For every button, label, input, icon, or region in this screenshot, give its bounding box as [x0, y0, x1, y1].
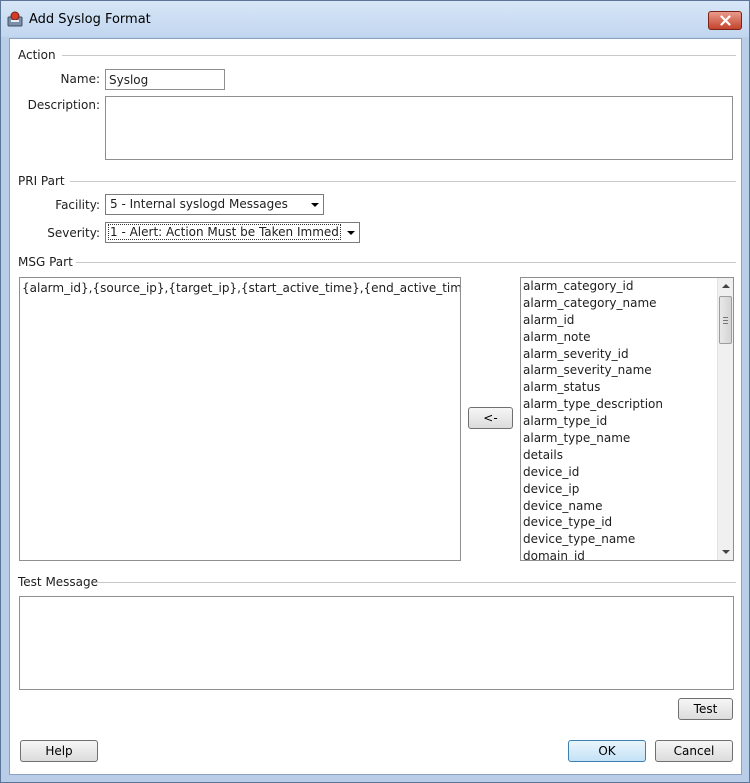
title-bar[interactable]: Add Syslog Format	[1, 1, 749, 37]
close-button[interactable]	[708, 11, 742, 30]
field-list-item[interactable]: alarm_category_id	[521, 278, 733, 295]
close-icon	[719, 15, 731, 26]
help-button[interactable]: Help	[20, 740, 98, 762]
pri-section-divider	[70, 181, 736, 182]
insert-field-button[interactable]: <-	[468, 407, 513, 429]
test-button[interactable]: Test	[678, 698, 733, 720]
name-field[interactable]	[105, 69, 225, 90]
field-list-item[interactable]: alarm_severity_name	[521, 362, 733, 379]
severity-dropdown[interactable]: 1 - Alert: Action Must be Taken Immediat…	[105, 222, 360, 243]
field-list-item[interactable]: device_name	[521, 498, 733, 515]
field-list-item[interactable]: alarm_type_description	[521, 396, 733, 413]
msg-section-label: MSG Part	[18, 255, 73, 269]
field-list-item[interactable]: details	[521, 447, 733, 464]
field-list-item[interactable]: device_type_name	[521, 531, 733, 548]
field-list-item[interactable]: domain_id	[521, 548, 733, 560]
name-label: Name:	[60, 72, 100, 86]
field-list-item[interactable]: device_ip	[521, 481, 733, 498]
field-list-item[interactable]: alarm_note	[521, 329, 733, 346]
dialog-window: Add Syslog Format Action Name: Descripti…	[0, 0, 750, 783]
pri-section-label: PRI Part	[18, 174, 65, 188]
description-field[interactable]	[105, 96, 733, 160]
field-list-item[interactable]: device_id	[521, 464, 733, 481]
facility-selected-value: 5 - Internal syslogd Messages	[110, 197, 288, 211]
severity-selected-value: 1 - Alert: Action Must be Taken Immediat…	[108, 224, 341, 240]
test-section-divider	[96, 582, 736, 583]
grip-line	[723, 317, 728, 318]
field-list-items: alarm_category_id alarm_category_name alar…	[521, 278, 733, 560]
ok-button-label: OK	[598, 744, 616, 758]
field-list-item[interactable]: alarm_category_name	[521, 295, 733, 312]
facility-label: Facility:	[55, 198, 100, 212]
scroll-down-button[interactable]	[718, 544, 733, 560]
grip-line	[723, 320, 728, 321]
insert-field-button-label: <-	[483, 411, 498, 425]
arrow-up-icon	[721, 284, 730, 288]
help-button-label: Help	[45, 744, 73, 758]
window-title: Add Syslog Format	[29, 12, 151, 27]
field-list-item[interactable]: alarm_id	[521, 312, 733, 329]
cancel-button[interactable]: Cancel	[655, 740, 733, 762]
test-message-field[interactable]	[19, 596, 734, 690]
test-button-label: Test	[693, 702, 718, 716]
facility-dropdown[interactable]: 5 - Internal syslogd Messages	[105, 194, 324, 215]
msg-section-divider	[76, 262, 736, 263]
syslog-app-icon	[7, 11, 23, 27]
cancel-button-label: Cancel	[673, 744, 715, 758]
msg-format-text: {alarm_id},{source_ip},{target_ip},{star…	[22, 281, 461, 295]
severity-label: Severity:	[47, 226, 100, 240]
field-list-item[interactable]: alarm_type_name	[521, 430, 733, 447]
chevron-down-icon	[311, 203, 319, 207]
field-list-item[interactable]: alarm_severity_id	[521, 346, 733, 363]
test-section-label: Test Message	[18, 575, 99, 589]
field-list-item[interactable]: alarm_status	[521, 379, 733, 396]
field-list-scrollbar[interactable]	[717, 278, 733, 560]
description-label: Description:	[27, 98, 100, 112]
field-list-item[interactable]: alarm_type_id	[521, 413, 733, 430]
arrow-down-icon	[721, 550, 730, 554]
scroll-up-button[interactable]	[718, 278, 733, 294]
action-section-label: Action	[18, 48, 56, 62]
action-section-divider	[62, 55, 736, 56]
chevron-down-icon	[347, 231, 355, 235]
scroll-thumb[interactable]	[719, 296, 732, 344]
field-list-item[interactable]: device_type_id	[521, 514, 733, 531]
msg-format-editor[interactable]: {alarm_id},{source_ip},{target_ip},{star…	[19, 277, 461, 561]
ok-button[interactable]: OK	[568, 740, 646, 762]
grip-line	[723, 323, 728, 324]
field-list[interactable]: alarm_category_id alarm_category_name alar…	[520, 277, 734, 561]
dialog-content: Action Name: Description: PRI Part Facil…	[9, 38, 742, 775]
